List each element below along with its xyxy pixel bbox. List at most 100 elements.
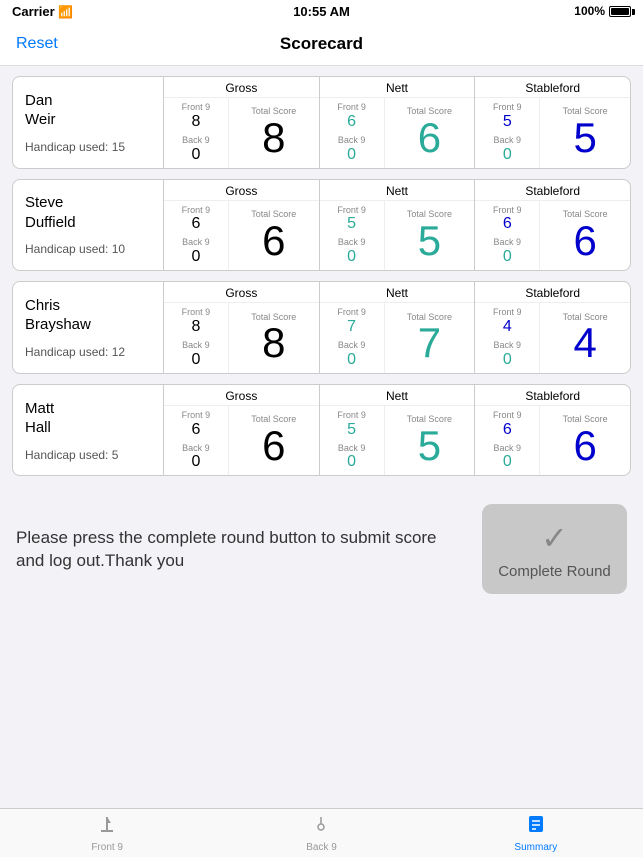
gross-header-1: Gross — [164, 77, 319, 98]
stableford-front9-4: Front 9 6 Back 9 0 — [475, 406, 540, 476]
bottom-message: Please press the complete round button t… — [16, 526, 466, 574]
check-icon: ✓ — [541, 519, 568, 557]
nett-front9-1: Front 9 6 Back 9 0 — [320, 98, 385, 168]
battery-icon — [609, 6, 631, 17]
stableford-body-4: Front 9 6 Back 9 0 Total Score 6 — [475, 406, 630, 476]
stableford-group-2: Stableford Front 9 6 Back 9 0 Total Scor… — [475, 180, 630, 271]
nett-header-2: Nett — [320, 180, 475, 201]
gross-total-1: Total Score 8 — [229, 98, 319, 168]
player-info-4: MattHall Handicap used: 5 — [13, 385, 163, 476]
nett-group-1: Nett Front 9 6 Back 9 0 Total Score 6 — [320, 77, 476, 168]
nett-front9-3: Front 9 7 Back 9 0 — [320, 303, 385, 373]
nett-front9-4: Front 9 5 Back 9 0 — [320, 406, 385, 476]
bottom-section: Please press the complete round button t… — [0, 486, 643, 612]
gross-group-4: Gross Front 9 6 Back 9 0 Total Score 6 — [164, 385, 320, 476]
nett-total-1: Total Score 6 — [385, 98, 475, 168]
player-handicap-3: Handicap used: 12 — [25, 345, 151, 359]
stableford-body-3: Front 9 4 Back 9 0 Total Score 4 — [475, 303, 630, 373]
stableford-front9-3: Front 9 4 Back 9 0 — [475, 303, 540, 373]
nett-body-3: Front 9 7 Back 9 0 Total Score 7 — [320, 303, 475, 373]
nett-header-1: Nett — [320, 77, 475, 98]
complete-btn-label: Complete Round — [498, 563, 611, 580]
front9-icon — [96, 813, 118, 840]
gross-front9-3: Front 9 8 Back 9 0 — [164, 303, 229, 373]
player-info-1: DanWeir Handicap used: 15 — [13, 77, 163, 168]
nett-total-4: Total Score 5 — [385, 406, 475, 476]
tab-front9[interactable]: Front 9 — [0, 809, 214, 857]
stableford-total-2: Total Score 6 — [540, 201, 630, 271]
stableford-header-2: Stableford — [475, 180, 630, 201]
player-handicap-1: Handicap used: 15 — [25, 140, 151, 154]
battery-label: 100% — [574, 4, 605, 18]
gross-group-3: Gross Front 9 8 Back 9 0 Total Score 8 — [164, 282, 320, 373]
complete-round-button[interactable]: ✓ Complete Round — [482, 504, 627, 594]
player-handicap-4: Handicap used: 5 — [25, 448, 151, 462]
stableford-body-1: Front 9 5 Back 9 0 Total Score 5 — [475, 98, 630, 168]
stableford-header-4: Stableford — [475, 385, 630, 406]
gross-header-3: Gross — [164, 282, 319, 303]
stableford-header-1: Stableford — [475, 77, 630, 98]
stableford-front9-1: Front 9 5 Back 9 0 — [475, 98, 540, 168]
player-card-1: DanWeir Handicap used: 15 Gross Front 9 … — [12, 76, 631, 169]
stableford-total-1: Total Score 5 — [540, 98, 630, 168]
gross-total-4: Total Score 6 — [229, 406, 319, 476]
player-handicap-2: Handicap used: 10 — [25, 242, 151, 256]
scores-section-3: Gross Front 9 8 Back 9 0 Total Score 8 — [163, 282, 630, 373]
gross-total-3: Total Score 8 — [229, 303, 319, 373]
tab-summary[interactable]: Summary — [429, 809, 643, 857]
gross-group-2: Gross Front 9 6 Back 9 0 Total Score 6 — [164, 180, 320, 271]
gross-header-2: Gross — [164, 180, 319, 201]
stableford-total-3: Total Score 4 — [540, 303, 630, 373]
player-name-1: DanWeir — [25, 91, 151, 130]
gross-body-4: Front 9 6 Back 9 0 Total Score 6 — [164, 406, 319, 476]
gross-header-4: Gross — [164, 385, 319, 406]
gross-body-3: Front 9 8 Back 9 0 Total Score 8 — [164, 303, 319, 373]
nett-body-2: Front 9 5 Back 9 0 Total Score 5 — [320, 201, 475, 271]
stableford-total-4: Total Score 6 — [540, 406, 630, 476]
main-content: DanWeir Handicap used: 15 Gross Front 9 … — [0, 66, 643, 476]
gross-group-1: Gross Front 9 8 Back 9 0 Total Score 8 — [164, 77, 320, 168]
nett-body-1: Front 9 6 Back 9 0 Total Score 6 — [320, 98, 475, 168]
front9-icon — [96, 813, 118, 835]
nett-front9-2: Front 9 5 Back 9 0 — [320, 201, 385, 271]
status-bar: Carrier 📶 10:55 AM 100% — [0, 0, 643, 22]
stableford-group-1: Stableford Front 9 5 Back 9 0 Total Scor… — [475, 77, 630, 168]
back9-icon — [310, 813, 332, 835]
gross-total-2: Total Score 6 — [229, 201, 319, 271]
back9-tab-label: Back 9 — [306, 842, 337, 853]
nett-total-3: Total Score 7 — [385, 303, 475, 373]
gross-front9-1: Front 9 8 Back 9 0 — [164, 98, 229, 168]
stableford-body-2: Front 9 6 Back 9 0 Total Score 6 — [475, 201, 630, 271]
gross-body-2: Front 9 6 Back 9 0 Total Score 6 — [164, 201, 319, 271]
summary-icon — [525, 813, 547, 835]
tab-back9[interactable]: Back 9 — [214, 809, 428, 857]
player-card-4: MattHall Handicap used: 5 Gross Front 9 … — [12, 384, 631, 477]
player-card-2: SteveDuffield Handicap used: 10 Gross Fr… — [12, 179, 631, 272]
nett-group-2: Nett Front 9 5 Back 9 0 Total Score 5 — [320, 180, 476, 271]
summary-tab-label: Summary — [514, 842, 557, 853]
nett-group-3: Nett Front 9 7 Back 9 0 Total Score 7 — [320, 282, 476, 373]
gross-front9-2: Front 9 6 Back 9 0 — [164, 201, 229, 271]
front9-tab-label: Front 9 — [91, 842, 123, 853]
nett-total-2: Total Score 5 — [385, 201, 475, 271]
nett-body-4: Front 9 5 Back 9 0 Total Score 5 — [320, 406, 475, 476]
summary-icon — [525, 813, 547, 840]
nav-bar: Reset Scorecard — [0, 22, 643, 66]
status-time: 10:55 AM — [293, 4, 350, 19]
scores-section-1: Gross Front 9 8 Back 9 0 Total Score 8 — [163, 77, 630, 168]
carrier-label: Carrier 📶 — [12, 4, 73, 19]
player-info-3: ChrisBrayshaw Handicap used: 12 — [13, 282, 163, 373]
stableford-group-3: Stableford Front 9 4 Back 9 0 Total Scor… — [475, 282, 630, 373]
wifi-icon: 📶 — [58, 5, 73, 19]
nett-header-3: Nett — [320, 282, 475, 303]
player-name-4: MattHall — [25, 399, 151, 438]
gross-front9-4: Front 9 6 Back 9 0 — [164, 406, 229, 476]
player-name-2: SteveDuffield — [25, 193, 151, 232]
scores-section-2: Gross Front 9 6 Back 9 0 Total Score 6 — [163, 180, 630, 271]
reset-button[interactable]: Reset — [16, 35, 58, 53]
stableford-header-3: Stableford — [475, 282, 630, 303]
tab-bar: Front 9 Back 9 Summary — [0, 808, 643, 857]
player-card-3: ChrisBrayshaw Handicap used: 12 Gross Fr… — [12, 281, 631, 374]
scores-section-4: Gross Front 9 6 Back 9 0 Total Score 6 — [163, 385, 630, 476]
gross-body-1: Front 9 8 Back 9 0 Total Score 8 — [164, 98, 319, 168]
